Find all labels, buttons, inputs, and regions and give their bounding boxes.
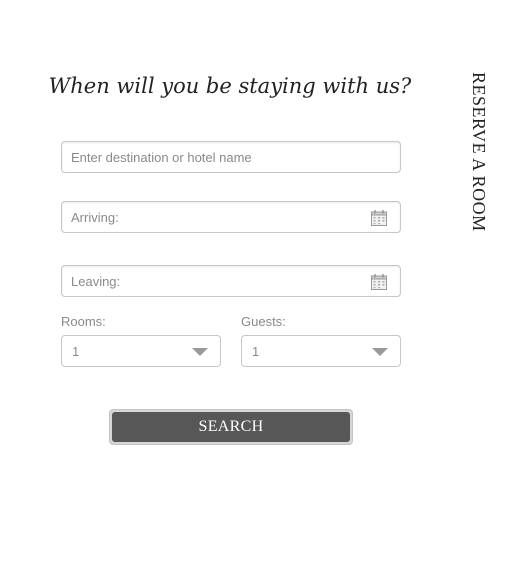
- search-button[interactable]: SEARCH: [112, 412, 350, 442]
- leaving-field-wrapper: [61, 265, 401, 297]
- arriving-date-input[interactable]: [62, 202, 400, 232]
- guests-selected-value: 1: [252, 344, 260, 359]
- destination-field-wrapper: [61, 141, 401, 173]
- chevron-down-icon: [192, 348, 208, 356]
- arriving-field-wrapper: [61, 201, 401, 233]
- reserve-room-tab[interactable]: RESERVE A ROOM: [468, 72, 489, 232]
- guests-label: Guests:: [241, 314, 286, 329]
- guests-select[interactable]: 1: [241, 335, 401, 367]
- destination-input[interactable]: [62, 142, 400, 172]
- leaving-calendar-icon[interactable]: [370, 273, 388, 291]
- rooms-selected-value: 1: [72, 344, 80, 359]
- leaving-date-input[interactable]: [62, 266, 400, 296]
- rooms-select[interactable]: 1: [61, 335, 221, 367]
- chevron-down-icon: [372, 348, 388, 356]
- rooms-label: Rooms:: [61, 314, 106, 329]
- page-title: When will you be staying with us?: [48, 74, 412, 98]
- search-button-frame: SEARCH: [109, 409, 353, 445]
- arriving-calendar-icon[interactable]: [370, 209, 388, 227]
